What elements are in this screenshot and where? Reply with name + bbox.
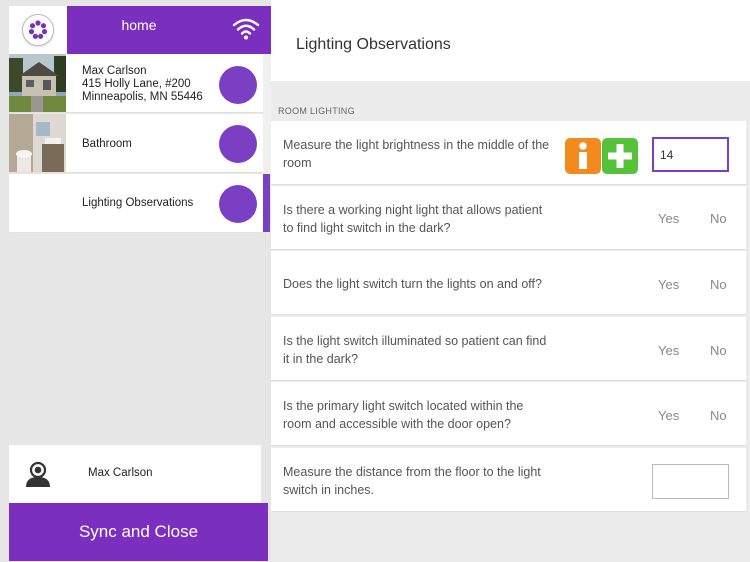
client-address-line1: 415 Holly Lane, #200 — [82, 78, 191, 90]
yes-option[interactable]: Yes — [658, 408, 679, 423]
question-text: Is there a working night light that allo… — [283, 203, 543, 235]
question-text: Is the primary light switch located with… — [283, 399, 524, 431]
yes-option[interactable]: Yes — [658, 211, 679, 226]
question-text: Does the light switch turn the lights on… — [283, 277, 542, 291]
switch-height-input[interactable] — [652, 464, 729, 499]
question-text: Measure the light brightness in the midd… — [283, 138, 550, 170]
user-avatar-icon — [26, 461, 50, 487]
wifi-icon — [232, 18, 260, 40]
bathroom-thumbnail — [9, 114, 66, 172]
home-bar[interactable]: home — [67, 6, 271, 54]
question-text: Is the light switch illuminated so patie… — [283, 334, 547, 366]
no-option[interactable]: No — [710, 211, 727, 226]
client-name: Max Carlson — [82, 65, 147, 77]
home-label: home — [121, 17, 157, 33]
question-row: Measure the distance from the floor to t… — [271, 448, 746, 512]
house-thumbnail — [9, 54, 66, 112]
no-option[interactable]: No — [710, 277, 727, 292]
section-header: ROOM LIGHTING — [271, 81, 750, 121]
client-info: Max Carlson 415 Holly Lane, #200 Minneap… — [82, 65, 203, 104]
current-user[interactable]: Max Carlson — [9, 445, 261, 503]
logo-cell[interactable] — [9, 6, 67, 54]
add-button[interactable] — [602, 138, 638, 174]
question-row: Measure the light brightness in the midd… — [271, 121, 746, 185]
flower-logo-icon — [22, 14, 54, 46]
sidebar-scroll-track — [263, 54, 271, 174]
brightness-input[interactable] — [652, 137, 729, 172]
active-item-indicator — [263, 174, 270, 232]
sidebar-item-client[interactable]: Max Carlson 415 Holly Lane, #200 Minneap… — [9, 54, 263, 113]
info-button[interactable] — [565, 138, 601, 174]
section-label: ROOM LIGHTING — [278, 106, 355, 116]
status-circle — [219, 185, 257, 223]
sidebar-item-bathroom[interactable]: Bathroom — [9, 114, 263, 173]
questions-panel: ROOM LIGHTING Measure the light brightne… — [271, 81, 750, 562]
client-address-line2: Minneapolis, MN 55446 — [82, 91, 203, 103]
question-row: Does the light switch turn the lights on… — [271, 251, 746, 315]
question-text: Measure the distance from the floor to t… — [283, 465, 541, 497]
page-title: Lighting Observations — [296, 36, 451, 53]
no-option[interactable]: No — [710, 408, 727, 423]
status-circle — [219, 66, 257, 104]
plus-icon — [608, 144, 632, 168]
question-row: Is the light switch illuminated so patie… — [271, 317, 746, 381]
yes-option[interactable]: Yes — [658, 277, 679, 292]
sidebar-item-label: Bathroom — [82, 138, 132, 150]
sync-and-close-button[interactable]: Sync and Close — [9, 503, 268, 561]
yes-option[interactable]: Yes — [658, 343, 679, 358]
no-option[interactable]: No — [710, 343, 727, 358]
main-panel: Lighting Observations ROOM LIGHTING Meas… — [271, 0, 750, 562]
sidebar-item-label: Lighting Observations — [82, 197, 194, 209]
question-row: Is the primary light switch located with… — [271, 382, 746, 446]
status-circle — [219, 125, 257, 163]
sidebar: home Max Carlson 415 Holly Lane, #200 Mi… — [0, 0, 271, 562]
question-row: Is there a working night light that allo… — [271, 186, 746, 250]
info-icon — [579, 142, 587, 169]
user-name: Max Carlson — [88, 467, 153, 479]
sidebar-item-lighting-observations[interactable]: Lighting Observations — [9, 174, 263, 233]
